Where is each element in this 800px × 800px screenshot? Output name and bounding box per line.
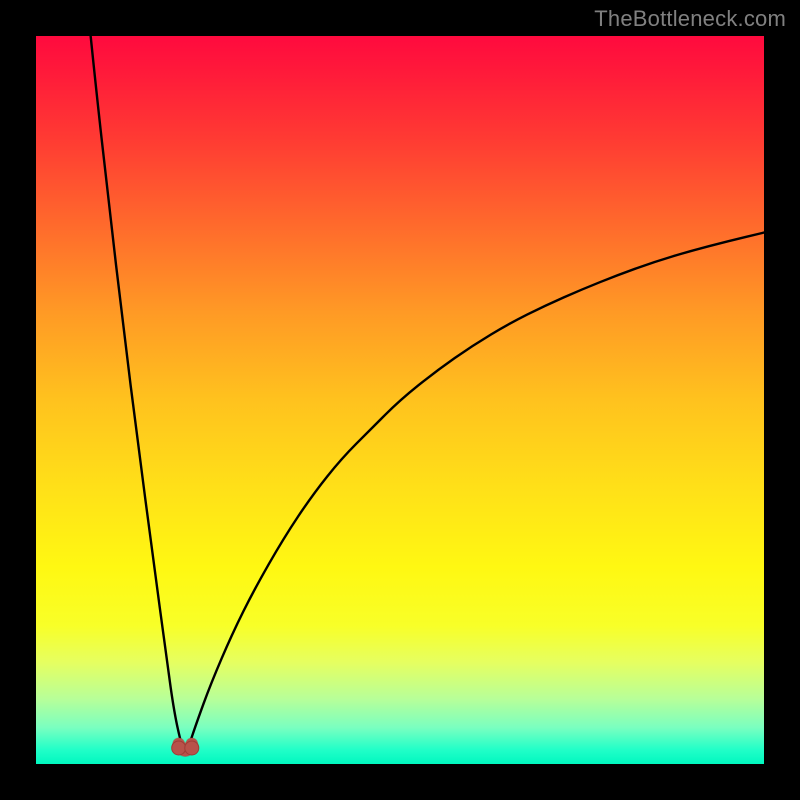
plot-area [36, 36, 764, 764]
min-left-dot [172, 741, 186, 755]
min-right-dot [185, 741, 199, 755]
chart-frame: TheBottleneck.com [0, 0, 800, 800]
min-markers [172, 741, 199, 755]
curve-layer [36, 36, 764, 764]
watermark-text: TheBottleneck.com [594, 6, 786, 32]
bottleneck-curve [80, 36, 764, 751]
